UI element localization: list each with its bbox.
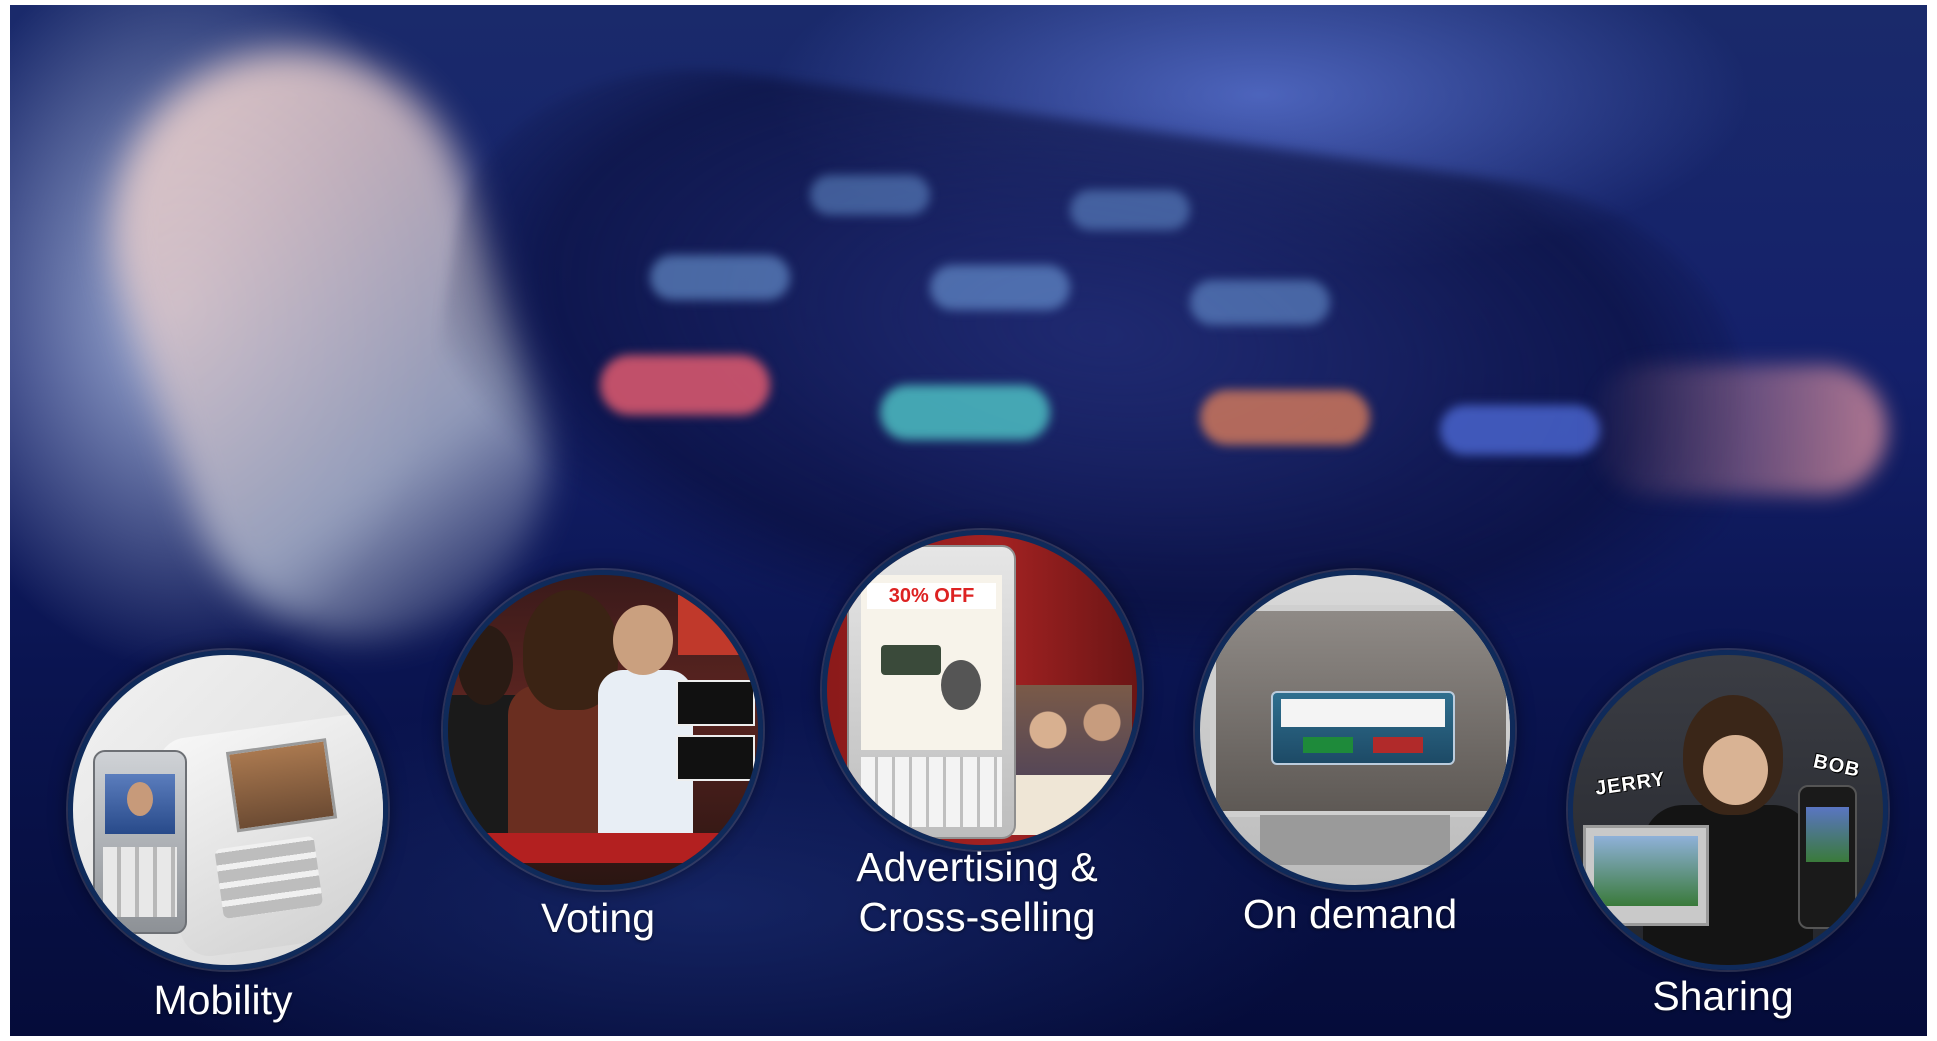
host-head: [613, 605, 673, 675]
dialog-no-button: [1373, 737, 1423, 753]
laptop: [1583, 825, 1709, 926]
pda-keyboard: [861, 757, 1002, 827]
remote-button-blur: [1070, 190, 1190, 230]
continue-session-dialog: [1271, 691, 1455, 765]
remote-button-blur: [650, 255, 790, 300]
advertising-label-line2: Cross-selling: [858, 894, 1096, 940]
sms-number-banner: [678, 595, 748, 655]
mobility-label: Mobility: [153, 977, 293, 1023]
remote-button-blue: [1440, 405, 1600, 455]
on-demand-image: [1195, 570, 1515, 890]
person-face: [1703, 735, 1768, 805]
mobile-keys: [103, 847, 177, 917]
mobile-phone: [1798, 785, 1857, 929]
mobility-image: [68, 650, 388, 970]
pda-screen: 30% OFF: [861, 575, 1002, 750]
sharing-label: Sharing: [1652, 973, 1794, 1019]
bob-tag: BOB: [1811, 750, 1863, 782]
laptop-screen: [1594, 836, 1698, 906]
person-head: [458, 625, 513, 705]
voting-label: Voting: [541, 895, 655, 941]
videophone-keypad: [214, 835, 324, 920]
pda-phone: 30% OFF: [847, 545, 1016, 839]
product-image: [941, 660, 981, 710]
caller-face: [127, 782, 153, 816]
tv-screen: [1210, 605, 1510, 817]
on-demand-label: On demand: [1242, 891, 1458, 937]
dialog-yes-button: [1303, 737, 1353, 753]
mobile-screen: [105, 774, 175, 834]
tv-stand: [1260, 815, 1450, 865]
sms-instruction-box: [676, 680, 755, 726]
sms-instruction-box: [676, 735, 755, 781]
remote-button-green: [880, 385, 1050, 440]
remote-button-yellow: [1200, 390, 1370, 445]
remote-button-blur: [1190, 280, 1330, 325]
desk-videophone: [153, 710, 383, 960]
jerry-tag: JERRY: [1593, 768, 1668, 800]
slide: Mobility Voting 30% OFF Advertising & Cr…: [10, 5, 1927, 1036]
mobile-screen: [1806, 807, 1849, 862]
videophone-screen: [225, 738, 338, 833]
dialog-text: [1281, 699, 1445, 727]
advertising-image: 30% OFF: [822, 530, 1142, 850]
background-finger: [1587, 365, 1887, 495]
voting-image: [443, 570, 763, 890]
sharing-image: JERRY BOB: [1568, 650, 1888, 970]
mobile-phone: [93, 750, 187, 934]
remote-button-red: [600, 355, 770, 415]
voting-ticker: [468, 833, 748, 863]
remote-button-blur: [810, 175, 930, 215]
discount-offer: 30% OFF: [867, 583, 996, 609]
remote-button-blur: [930, 265, 1070, 310]
product-image: [881, 645, 941, 675]
advertising-label-line1: Advertising &: [856, 844, 1098, 890]
